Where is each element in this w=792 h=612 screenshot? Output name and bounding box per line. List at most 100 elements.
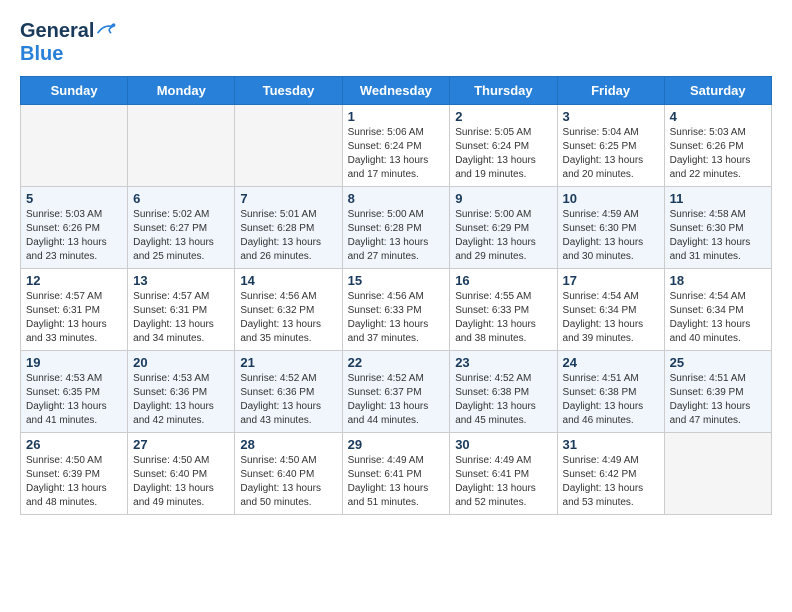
day-number: 11	[670, 191, 766, 206]
calendar-cell	[128, 105, 235, 187]
day-number: 30	[455, 437, 551, 452]
day-info: Sunrise: 5:00 AMSunset: 6:29 PMDaylight:…	[455, 208, 551, 264]
day-number: 1	[348, 109, 445, 124]
calendar-cell: 28 Sunrise: 4:50 AMSunset: 6:40 PMDayligh…	[235, 433, 342, 515]
day-number: 21	[240, 355, 336, 370]
day-info: Sunrise: 4:49 AMSunset: 6:42 PMDaylight:…	[563, 454, 659, 510]
day-number: 24	[563, 355, 659, 370]
calendar-cell: 16 Sunrise: 4:55 AMSunset: 6:33 PMDayligh…	[450, 269, 557, 351]
day-info: Sunrise: 4:57 AMSunset: 6:31 PMDaylight:…	[133, 290, 229, 346]
calendar-cell: 22 Sunrise: 4:52 AMSunset: 6:37 PMDayligh…	[342, 351, 450, 433]
day-number: 28	[240, 437, 336, 452]
calendar-cell: 21 Sunrise: 4:52 AMSunset: 6:36 PMDayligh…	[235, 351, 342, 433]
day-info: Sunrise: 4:53 AMSunset: 6:35 PMDaylight:…	[26, 372, 122, 428]
day-number: 25	[670, 355, 766, 370]
day-info: Sunrise: 4:49 AMSunset: 6:41 PMDaylight:…	[348, 454, 445, 510]
day-number: 19	[26, 355, 122, 370]
day-number: 6	[133, 191, 229, 206]
day-info: Sunrise: 4:56 AMSunset: 6:33 PMDaylight:…	[348, 290, 445, 346]
calendar-cell: 25 Sunrise: 4:51 AMSunset: 6:39 PMDayligh…	[664, 351, 771, 433]
day-number: 4	[670, 109, 766, 124]
day-info: Sunrise: 4:50 AMSunset: 6:40 PMDaylight:…	[133, 454, 229, 510]
day-info: Sunrise: 4:50 AMSunset: 6:40 PMDaylight:…	[240, 454, 336, 510]
day-number: 9	[455, 191, 551, 206]
day-number: 20	[133, 355, 229, 370]
day-info: Sunrise: 4:52 AMSunset: 6:37 PMDaylight:…	[348, 372, 445, 428]
calendar-table: SundayMondayTuesdayWednesdayThursdayFrid…	[20, 76, 772, 515]
calendar-cell: 18Sunrise: 4:54 AMSunset: 6:34 PMDayligh…	[664, 269, 771, 351]
day-number: 3	[563, 109, 659, 124]
day-number: 2	[455, 109, 551, 124]
calendar-cell: 15 Sunrise: 4:56 AMSunset: 6:33 PMDayligh…	[342, 269, 450, 351]
calendar-cell: 8Sunrise: 5:00 AMSunset: 6:28 PMDaylight…	[342, 187, 450, 269]
calendar-cell: 26 Sunrise: 4:50 AMSunset: 6:39 PMDayligh…	[21, 433, 128, 515]
calendar-cell: 4 Sunrise: 5:03 AMSunset: 6:26 PMDaylight…	[664, 105, 771, 187]
day-header-sunday: Sunday	[21, 77, 128, 105]
day-number: 17	[563, 273, 659, 288]
day-number: 10	[563, 191, 659, 206]
day-number: 15	[348, 273, 445, 288]
day-number: 16	[455, 273, 551, 288]
day-info: Sunrise: 4:51 AMSunset: 6:38 PMDaylight:…	[563, 372, 659, 428]
day-number: 26	[26, 437, 122, 452]
day-number: 7	[240, 191, 336, 206]
calendar-week-row: 19 Sunrise: 4:53 AMSunset: 6:35 PMDayligh…	[21, 351, 772, 433]
day-info: Sunrise: 5:03 AMSunset: 6:26 PMDaylight:…	[670, 126, 766, 182]
day-info: Sunrise: 4:52 AMSunset: 6:36 PMDaylight:…	[240, 372, 336, 428]
day-info: Sunrise: 5:04 AMSunset: 6:25 PMDaylight:…	[563, 126, 659, 182]
day-info: Sunrise: 4:50 AMSunset: 6:39 PMDaylight:…	[26, 454, 122, 510]
day-header-friday: Friday	[557, 77, 664, 105]
day-info: Sunrise: 5:05 AMSunset: 6:24 PMDaylight:…	[455, 126, 551, 182]
calendar-cell: 2 Sunrise: 5:05 AMSunset: 6:24 PMDaylight…	[450, 105, 557, 187]
day-info: Sunrise: 4:59 AMSunset: 6:30 PMDaylight:…	[563, 208, 659, 264]
logo-bird-icon	[96, 21, 116, 37]
day-info: Sunrise: 4:56 AMSunset: 6:32 PMDaylight:…	[240, 290, 336, 346]
calendar-cell: 23Sunrise: 4:52 AMSunset: 6:38 PMDayligh…	[450, 351, 557, 433]
calendar-cell: 13Sunrise: 4:57 AMSunset: 6:31 PMDayligh…	[128, 269, 235, 351]
day-header-saturday: Saturday	[664, 77, 771, 105]
calendar-cell	[21, 105, 128, 187]
calendar-cell: 31Sunrise: 4:49 AMSunset: 6:42 PMDayligh…	[557, 433, 664, 515]
calendar-cell: 19 Sunrise: 4:53 AMSunset: 6:35 PMDayligh…	[21, 351, 128, 433]
day-info: Sunrise: 4:51 AMSunset: 6:39 PMDaylight:…	[670, 372, 766, 428]
day-info: Sunrise: 4:49 AMSunset: 6:41 PMDaylight:…	[455, 454, 551, 510]
day-number: 29	[348, 437, 445, 452]
day-info: Sunrise: 5:03 AMSunset: 6:26 PMDaylight:…	[26, 208, 122, 264]
calendar-cell: 20 Sunrise: 4:53 AMSunset: 6:36 PMDayligh…	[128, 351, 235, 433]
day-number: 5	[26, 191, 122, 206]
day-number: 22	[348, 355, 445, 370]
calendar-header-row: SundayMondayTuesdayWednesdayThursdayFrid…	[21, 77, 772, 105]
calendar-cell: 27 Sunrise: 4:50 AMSunset: 6:40 PMDayligh…	[128, 433, 235, 515]
day-header-thursday: Thursday	[450, 77, 557, 105]
calendar-week-row: 5 Sunrise: 5:03 AMSunset: 6:26 PMDaylight…	[21, 187, 772, 269]
day-header-tuesday: Tuesday	[235, 77, 342, 105]
day-info: Sunrise: 5:02 AMSunset: 6:27 PMDaylight:…	[133, 208, 229, 264]
calendar-week-row: 12Sunrise: 4:57 AMSunset: 6:31 PMDayligh…	[21, 269, 772, 351]
day-header-wednesday: Wednesday	[342, 77, 450, 105]
calendar-cell: 9 Sunrise: 5:00 AMSunset: 6:29 PMDaylight…	[450, 187, 557, 269]
calendar-cell: 3 Sunrise: 5:04 AMSunset: 6:25 PMDaylight…	[557, 105, 664, 187]
calendar-cell: 5 Sunrise: 5:03 AMSunset: 6:26 PMDaylight…	[21, 187, 128, 269]
calendar-cell	[235, 105, 342, 187]
day-number: 27	[133, 437, 229, 452]
logo: General Blue	[20, 20, 116, 66]
calendar-cell	[664, 433, 771, 515]
day-info: Sunrise: 5:06 AMSunset: 6:24 PMDaylight:…	[348, 126, 445, 182]
calendar-cell: 11Sunrise: 4:58 AMSunset: 6:30 PMDayligh…	[664, 187, 771, 269]
calendar-cell: 29 Sunrise: 4:49 AMSunset: 6:41 PMDayligh…	[342, 433, 450, 515]
calendar-cell: 10 Sunrise: 4:59 AMSunset: 6:30 PMDayligh…	[557, 187, 664, 269]
page-header: General Blue	[20, 20, 772, 66]
day-info: Sunrise: 4:54 AMSunset: 6:34 PMDaylight:…	[563, 290, 659, 346]
day-info: Sunrise: 5:01 AMSunset: 6:28 PMDaylight:…	[240, 208, 336, 264]
day-info: Sunrise: 4:55 AMSunset: 6:33 PMDaylight:…	[455, 290, 551, 346]
calendar-cell: 1 Sunrise: 5:06 AMSunset: 6:24 PMDaylight…	[342, 105, 450, 187]
day-number: 23	[455, 355, 551, 370]
calendar-cell: 6 Sunrise: 5:02 AMSunset: 6:27 PMDaylight…	[128, 187, 235, 269]
day-number: 8	[348, 191, 445, 206]
calendar-cell: 24 Sunrise: 4:51 AMSunset: 6:38 PMDayligh…	[557, 351, 664, 433]
day-info: Sunrise: 4:54 AMSunset: 6:34 PMDaylight:…	[670, 290, 766, 346]
day-info: Sunrise: 4:57 AMSunset: 6:31 PMDaylight:…	[26, 290, 122, 346]
day-header-monday: Monday	[128, 77, 235, 105]
calendar-cell: 7 Sunrise: 5:01 AMSunset: 6:28 PMDaylight…	[235, 187, 342, 269]
day-info: Sunrise: 4:53 AMSunset: 6:36 PMDaylight:…	[133, 372, 229, 428]
